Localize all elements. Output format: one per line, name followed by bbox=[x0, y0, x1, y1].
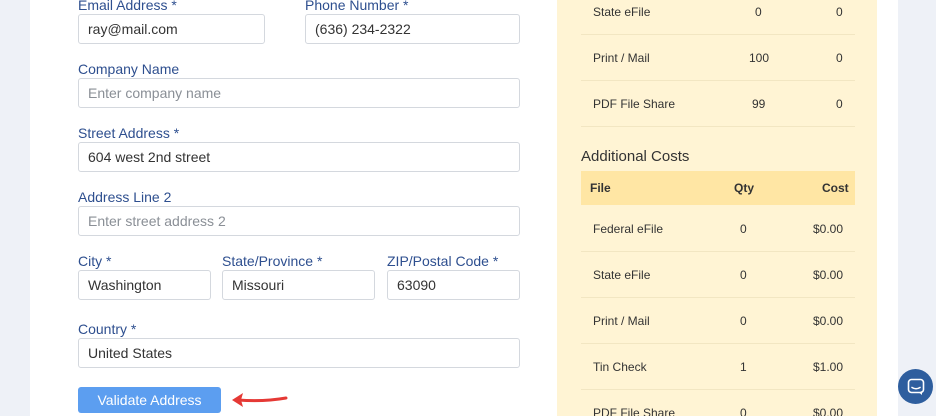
table-row: Tin Check 1 $1.00 bbox=[581, 344, 855, 390]
table-row: PDF File Share 0 $0.00 bbox=[581, 390, 855, 416]
arrow-left-icon bbox=[232, 393, 288, 407]
row-file: Print / Mail bbox=[593, 50, 650, 65]
row-qty: 0 bbox=[740, 267, 747, 282]
chat-launcher-button[interactable] bbox=[898, 369, 933, 404]
company-label: Company Name bbox=[78, 61, 180, 77]
city-label: City * bbox=[78, 253, 112, 269]
row-file: Print / Mail bbox=[593, 313, 650, 328]
row-file: PDF File Share bbox=[593, 405, 676, 416]
table-row: State eFile 0 $0.00 bbox=[581, 252, 855, 298]
row-file: Federal eFile bbox=[593, 221, 664, 236]
country-label: Country * bbox=[78, 321, 137, 337]
table-row: Print / Mail 0 $0.00 bbox=[581, 298, 855, 344]
state-field[interactable]: Missouri bbox=[222, 270, 375, 300]
validate-address-button[interactable]: Validate Address bbox=[78, 387, 221, 413]
address2-label: Address Line 2 bbox=[78, 189, 172, 205]
row-qty: 0 bbox=[740, 405, 747, 416]
row-cost: $0.00 bbox=[813, 405, 844, 416]
street-field[interactable]: 604 west 2nd street bbox=[78, 142, 520, 172]
row-qty: 1 bbox=[740, 359, 747, 374]
row-a: 100 bbox=[749, 50, 770, 65]
row-qty: 0 bbox=[740, 221, 747, 236]
zip-field[interactable]: 63090 bbox=[387, 270, 520, 300]
row-b: 0 bbox=[836, 50, 843, 65]
row-b: 0 bbox=[836, 96, 843, 111]
row-cost: $0.00 bbox=[813, 313, 844, 328]
email-label: Email Address * bbox=[78, 0, 177, 13]
table-row: PDF File Share 99 0 bbox=[581, 81, 855, 127]
chat-icon bbox=[907, 378, 924, 395]
table-row: State eFile 0 0 bbox=[581, 0, 855, 35]
header-file: File bbox=[590, 181, 611, 195]
street-label: Street Address * bbox=[78, 125, 180, 141]
row-qty: 0 bbox=[740, 313, 747, 328]
header-cost: Cost bbox=[822, 181, 849, 195]
row-a: 99 bbox=[752, 96, 766, 111]
row-file: PDF File Share bbox=[593, 96, 676, 111]
table-row: Print / Mail 100 0 bbox=[581, 35, 855, 81]
row-file: Tin Check bbox=[593, 359, 647, 374]
address2-field[interactable]: Enter street address 2 bbox=[78, 206, 520, 236]
table-row: Federal eFile 0 $0.00 bbox=[581, 206, 855, 252]
phone-field[interactable]: (636) 234-2322 bbox=[305, 14, 520, 44]
row-cost: $0.00 bbox=[813, 221, 844, 236]
row-cost: $1.00 bbox=[813, 359, 844, 374]
company-field[interactable]: Enter company name bbox=[78, 78, 520, 108]
city-field[interactable]: Washington bbox=[78, 270, 211, 300]
row-b: 0 bbox=[836, 4, 843, 19]
zip-label: ZIP/Postal Code * bbox=[387, 253, 499, 269]
row-file: State eFile bbox=[593, 267, 651, 282]
country-field[interactable]: United States bbox=[78, 338, 520, 368]
state-label: State/Province * bbox=[222, 253, 323, 269]
row-a: 0 bbox=[755, 4, 762, 19]
row-file: State eFile bbox=[593, 4, 651, 19]
row-cost: $0.00 bbox=[813, 267, 844, 282]
header-qty: Qty bbox=[734, 181, 755, 195]
table-header: File Qty Cost bbox=[581, 171, 855, 205]
additional-costs-title: Additional Costs bbox=[581, 148, 690, 165]
email-field[interactable]: ray@mail.com bbox=[78, 14, 265, 44]
phone-label: Phone Number * bbox=[305, 0, 409, 13]
